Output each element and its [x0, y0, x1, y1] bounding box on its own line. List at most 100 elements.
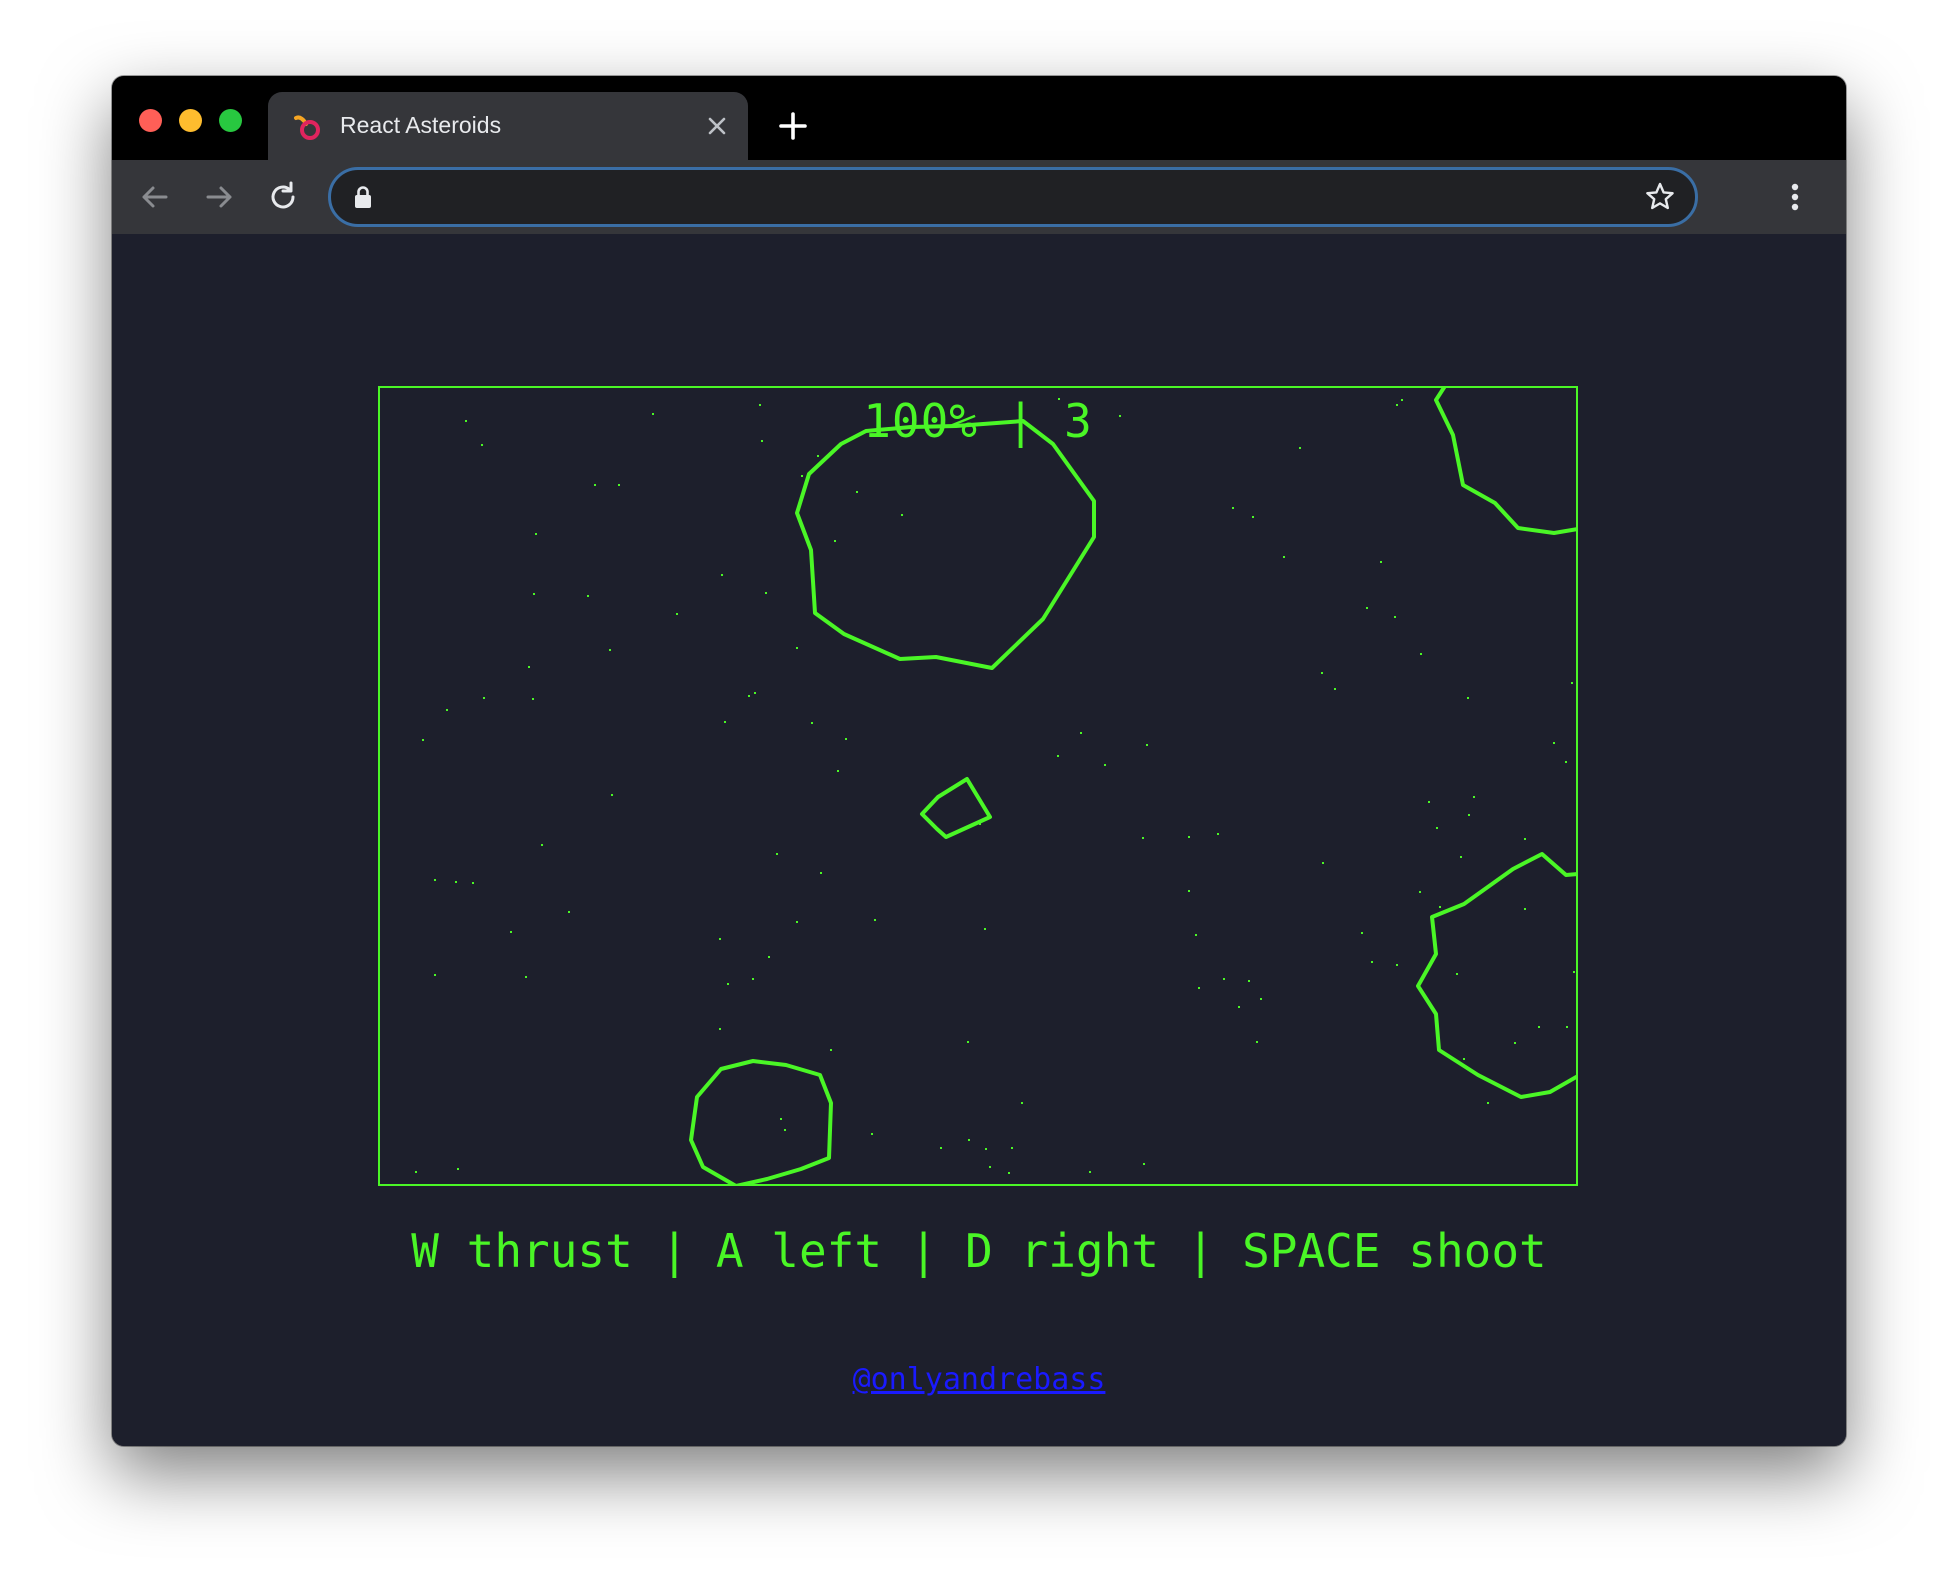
star-dot	[989, 1166, 991, 1168]
star-dot	[984, 928, 986, 930]
star-dot	[1195, 934, 1197, 936]
star-dot	[1238, 1006, 1240, 1008]
window-close-dot[interactable]	[139, 109, 162, 132]
star-dot	[759, 404, 761, 406]
star-dot	[811, 722, 813, 724]
star-icon[interactable]	[1643, 180, 1677, 214]
star-dot	[1566, 1026, 1568, 1028]
star-dot	[1146, 744, 1148, 746]
asteroid	[689, 1059, 833, 1186]
star-dot	[1217, 833, 1219, 835]
star-dot	[968, 1139, 970, 1141]
browser-window: React Asteroids 100% | 3 W thrust | A le…	[112, 76, 1846, 1446]
star-dot	[594, 484, 596, 486]
star-dot	[765, 592, 767, 594]
star-dot	[721, 574, 723, 576]
react-asteroids-favicon	[294, 115, 320, 140]
star-dot	[457, 1168, 459, 1170]
star-dot	[1538, 1026, 1540, 1028]
star-dot	[1232, 507, 1234, 509]
star-dot	[1057, 755, 1059, 757]
star-dot	[724, 721, 726, 723]
kebab-menu-icon[interactable]	[1780, 178, 1810, 216]
close-icon[interactable]	[702, 111, 732, 141]
star-dot	[1058, 398, 1060, 400]
star-dot	[510, 931, 512, 933]
star-dot	[780, 1118, 782, 1120]
star-dot	[748, 695, 750, 697]
address-bar[interactable]	[328, 167, 1698, 227]
tab-title: React Asteroids	[340, 112, 502, 138]
game-canvas[interactable]	[378, 386, 1578, 1186]
star-dot	[1371, 961, 1373, 963]
star-dot	[1396, 404, 1398, 406]
star-dot	[422, 739, 424, 741]
star-dot	[483, 697, 485, 699]
asteroid	[1416, 852, 1578, 1099]
star-dot	[1473, 796, 1475, 798]
star-dot	[820, 872, 822, 874]
star-dot	[719, 1028, 721, 1030]
star-dot	[1553, 742, 1555, 744]
star-dot	[1468, 814, 1470, 816]
controls-help: W thrust | A left | D right | SPACE shoo…	[411, 1224, 1547, 1278]
star-dot	[1334, 688, 1336, 690]
star-dot	[541, 844, 543, 846]
star-dot	[796, 647, 798, 649]
star-dot	[587, 595, 589, 597]
star-dot	[1104, 764, 1106, 766]
star-dot	[535, 533, 537, 535]
star-dot	[1119, 415, 1121, 417]
star-dot	[568, 911, 570, 913]
credit-link[interactable]: @onlyandrebass	[853, 1362, 1106, 1397]
star-dot	[1439, 906, 1441, 908]
star-dot	[532, 698, 534, 700]
star-dot	[609, 649, 611, 651]
star-dot	[1021, 1102, 1023, 1104]
window-maximize-dot[interactable]	[219, 109, 242, 132]
star-dot	[817, 455, 819, 457]
address-input[interactable]	[393, 178, 1597, 218]
star-dot	[1420, 653, 1422, 655]
star-dot	[1260, 998, 1262, 1000]
star-dot	[845, 738, 847, 740]
star-dot	[676, 613, 678, 615]
star-dot	[1419, 891, 1421, 893]
star-dot	[1089, 1171, 1091, 1173]
window-minimize-dot[interactable]	[179, 109, 202, 132]
plus-icon[interactable]	[776, 109, 810, 143]
star-dot	[871, 1133, 873, 1135]
star-dot	[1463, 1058, 1465, 1060]
star-dot	[801, 475, 803, 477]
star-dot	[465, 420, 467, 422]
star-dot	[1188, 836, 1190, 838]
forward-arrow-icon[interactable]	[200, 178, 238, 216]
star-dot	[1436, 827, 1438, 829]
star-dot	[1143, 1163, 1145, 1165]
credit: @onlyandrebass	[112, 1362, 1846, 1397]
star-dot	[1223, 978, 1225, 980]
reload-icon[interactable]	[264, 178, 302, 216]
star-dot	[830, 1049, 832, 1051]
star-dot	[1198, 987, 1200, 989]
star-dot	[940, 1147, 942, 1149]
star-dot	[652, 413, 654, 415]
tab-bar: React Asteroids	[112, 76, 1846, 160]
star-dot	[1524, 908, 1526, 910]
star-dot	[1565, 761, 1567, 763]
game-border	[378, 386, 1578, 1186]
star-dot	[472, 882, 474, 884]
star-dot	[611, 794, 613, 796]
tab-react-asteroids[interactable]: React Asteroids	[268, 92, 748, 160]
star-dot	[1487, 1102, 1489, 1104]
star-dot	[719, 938, 721, 940]
star-dot	[481, 444, 483, 446]
star-dot	[727, 983, 729, 985]
star-dot	[1283, 556, 1285, 558]
browser-toolbar	[112, 160, 1846, 234]
star-dot	[1573, 971, 1575, 973]
back-arrow-icon[interactable]	[136, 178, 174, 216]
star-dot	[1080, 732, 1082, 734]
star-dot	[1401, 399, 1403, 401]
star-dot	[1252, 516, 1254, 518]
